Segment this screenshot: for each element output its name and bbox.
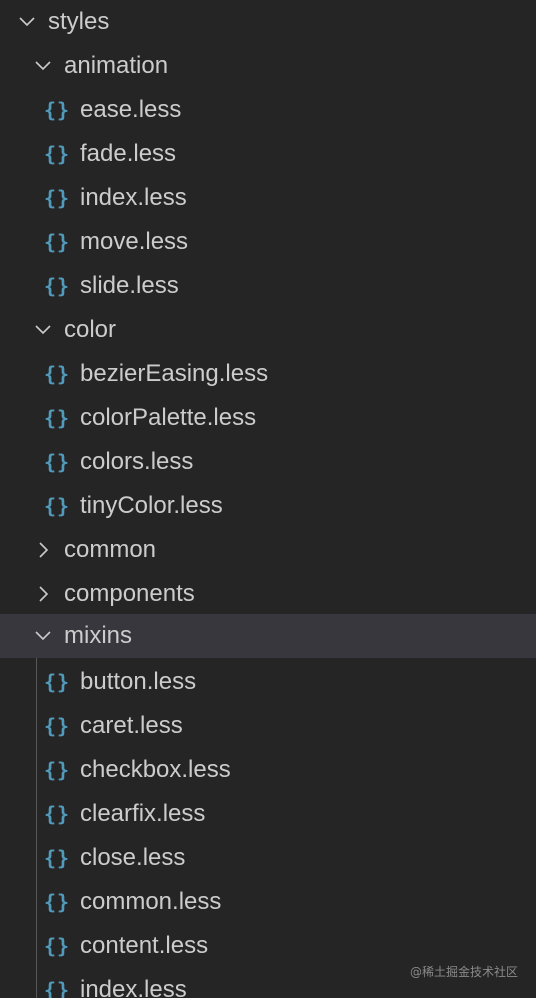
chevron-down-icon [34,627,52,645]
file-label: ease.less [80,96,182,123]
folder-label: color [64,316,117,343]
less-braces-icon: {} [44,846,71,870]
file-item-close[interactable]: {} close.less [0,836,536,880]
folder-label: components [64,580,195,607]
file-explorer-tree: styles animation {} ease.less {} fade.le… [0,0,536,998]
less-braces-icon: {} [44,450,71,474]
folder-label: mixins [64,622,133,649]
file-item-checkbox[interactable]: {} checkbox.less [0,748,536,792]
file-item-content[interactable]: {} content.less [0,924,536,968]
less-braces-icon: {} [44,494,71,518]
file-item-colors[interactable]: {} colors.less [0,440,536,484]
file-item-tinyColor[interactable]: {} tinyColor.less [0,484,536,528]
file-label: colorPalette.less [80,404,257,431]
file-item-caret[interactable]: {} caret.less [0,704,536,748]
folder-common[interactable]: common [0,528,536,572]
file-label: colors.less [80,448,194,475]
file-item-common[interactable]: {} common.less [0,880,536,924]
less-braces-icon: {} [44,98,71,122]
file-label: common.less [80,888,222,915]
file-item-colorPalette[interactable]: {} colorPalette.less [0,396,536,440]
file-label: slide.less [80,272,179,299]
file-label: checkbox.less [80,756,231,783]
folder-label: animation [64,52,169,79]
chevron-right-icon [34,541,52,559]
less-braces-icon: {} [44,758,71,782]
less-braces-icon: {} [44,406,71,430]
file-item-index[interactable]: {} index.less [0,176,536,220]
folder-animation[interactable]: animation [0,44,536,88]
folder-components[interactable]: components [0,572,536,616]
less-braces-icon: {} [44,890,71,914]
chevron-right-icon [34,585,52,603]
file-label: index.less [80,976,187,998]
folder-label: common [64,536,157,563]
file-label: index.less [80,184,187,211]
watermark: @稀土掘金技术社区 [409,965,518,979]
file-item-move[interactable]: {} move.less [0,220,536,264]
less-braces-icon: {} [44,230,71,254]
less-braces-icon: {} [44,142,71,166]
file-item-fade[interactable]: {} fade.less [0,132,536,176]
file-item-ease[interactable]: {} ease.less [0,88,536,132]
less-braces-icon: {} [44,934,71,958]
file-label: button.less [80,668,197,695]
file-label: clearfix.less [80,800,206,827]
file-label: close.less [80,844,186,871]
less-braces-icon: {} [44,714,71,738]
file-label: content.less [80,932,209,959]
less-braces-icon: {} [44,362,71,386]
file-item-slide[interactable]: {} slide.less [0,264,536,308]
file-item-button[interactable]: {} button.less [0,660,536,704]
file-label: move.less [80,228,189,255]
less-braces-icon: {} [44,978,71,998]
chevron-down-icon [18,13,36,31]
less-braces-icon: {} [44,274,71,298]
folder-color[interactable]: color [0,308,536,352]
file-label: caret.less [80,712,183,739]
less-braces-icon: {} [44,670,71,694]
chevron-down-icon [34,57,52,75]
folder-mixins[interactable]: mixins [0,614,536,658]
file-label: tinyColor.less [80,492,223,519]
less-braces-icon: {} [44,802,71,826]
less-braces-icon: {} [44,186,71,210]
file-item-clearfix[interactable]: {} clearfix.less [0,792,536,836]
folder-styles[interactable]: styles [0,0,536,44]
file-label: fade.less [80,140,177,167]
chevron-down-icon [34,321,52,339]
folder-label: styles [48,8,110,35]
file-label: bezierEasing.less [80,360,269,387]
file-item-bezierEasing[interactable]: {} bezierEasing.less [0,352,536,396]
